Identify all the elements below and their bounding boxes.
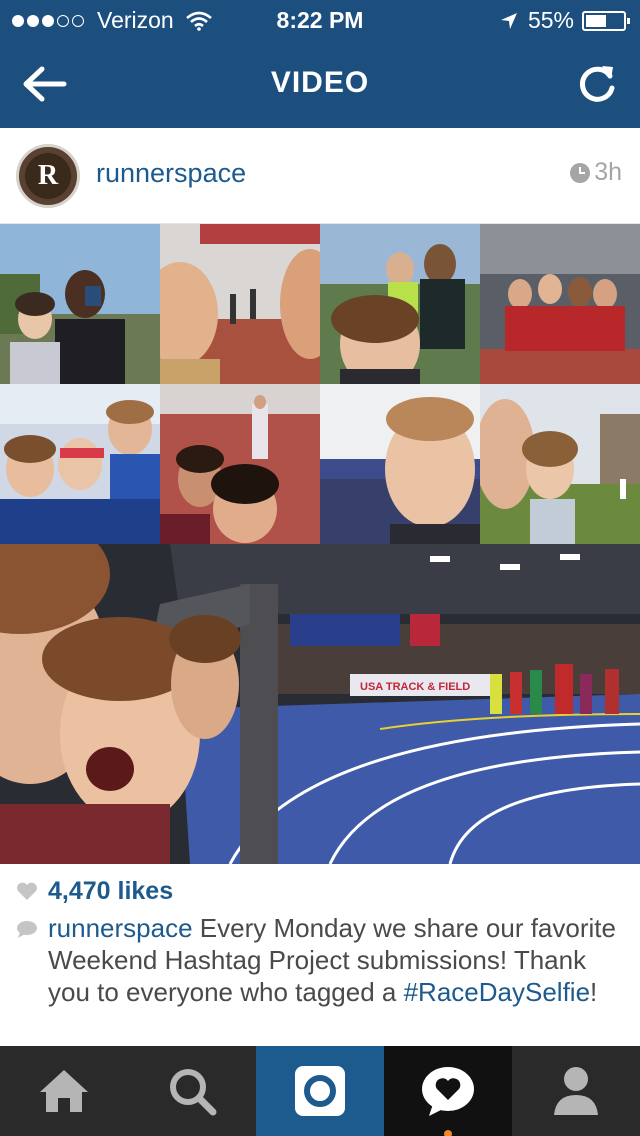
clock-icon <box>570 162 591 183</box>
tab-search[interactable] <box>128 1046 256 1136</box>
post-video[interactable]: USA TRACK & FIELD <box>0 224 640 864</box>
notification-dot <box>444 1130 452 1136</box>
collage-photo <box>160 224 320 384</box>
refresh-icon[interactable] <box>578 62 618 104</box>
caption-hashtag[interactable]: #RaceDaySelfie <box>404 977 590 1007</box>
post-header: R runnerspace 3h <box>0 128 640 224</box>
caption-username[interactable]: runnerspace <box>48 913 193 943</box>
battery-icon <box>582 10 630 31</box>
page-title: VIDEO <box>270 66 370 99</box>
location-arrow-icon <box>500 12 517 29</box>
collage-photo <box>0 384 160 544</box>
battery-percent: 55% <box>527 7 574 33</box>
collage-photo <box>320 224 480 384</box>
search-icon <box>170 1069 217 1116</box>
post-time: 3h <box>570 158 622 187</box>
activity-heart-icon <box>422 1067 474 1116</box>
profile-icon <box>554 1067 598 1115</box>
avatar[interactable]: R <box>16 144 80 208</box>
home-icon <box>40 1070 88 1112</box>
comment-icon <box>17 921 37 938</box>
banner-text: USA TRACK & FIELD <box>360 681 470 693</box>
avatar-letter: R <box>25 153 71 199</box>
tab-camera[interactable] <box>256 1046 384 1136</box>
likes-count[interactable]: 4,470 likes <box>16 876 173 906</box>
likes-label: 4,470 likes <box>48 876 174 905</box>
tab-home[interactable] <box>0 1046 128 1136</box>
race-photo: USA TRACK & FIELD <box>0 544 640 864</box>
post-username[interactable]: runnerspace <box>96 158 246 189</box>
app-header: Verizon 8:22 PM 55% VIDEO <box>0 0 640 128</box>
tab-bar <box>0 1046 640 1136</box>
collage-photo <box>480 384 640 544</box>
post-caption: runnerspace Every Monday we share our fa… <box>48 912 628 1008</box>
tab-activity[interactable] <box>384 1046 512 1136</box>
heart-icon <box>17 882 37 900</box>
nav-bar: VIDEO <box>0 40 640 128</box>
status-bar: Verizon 8:22 PM 55% <box>0 0 640 40</box>
collage-photo <box>160 384 320 544</box>
camera-icon <box>295 1066 345 1116</box>
collage-photo <box>320 384 480 544</box>
collage-photo <box>480 224 640 384</box>
caption-end: ! <box>590 977 598 1007</box>
tab-profile[interactable] <box>512 1046 640 1136</box>
time-ago-label: 3h <box>594 158 622 186</box>
collage-photo <box>0 224 160 384</box>
